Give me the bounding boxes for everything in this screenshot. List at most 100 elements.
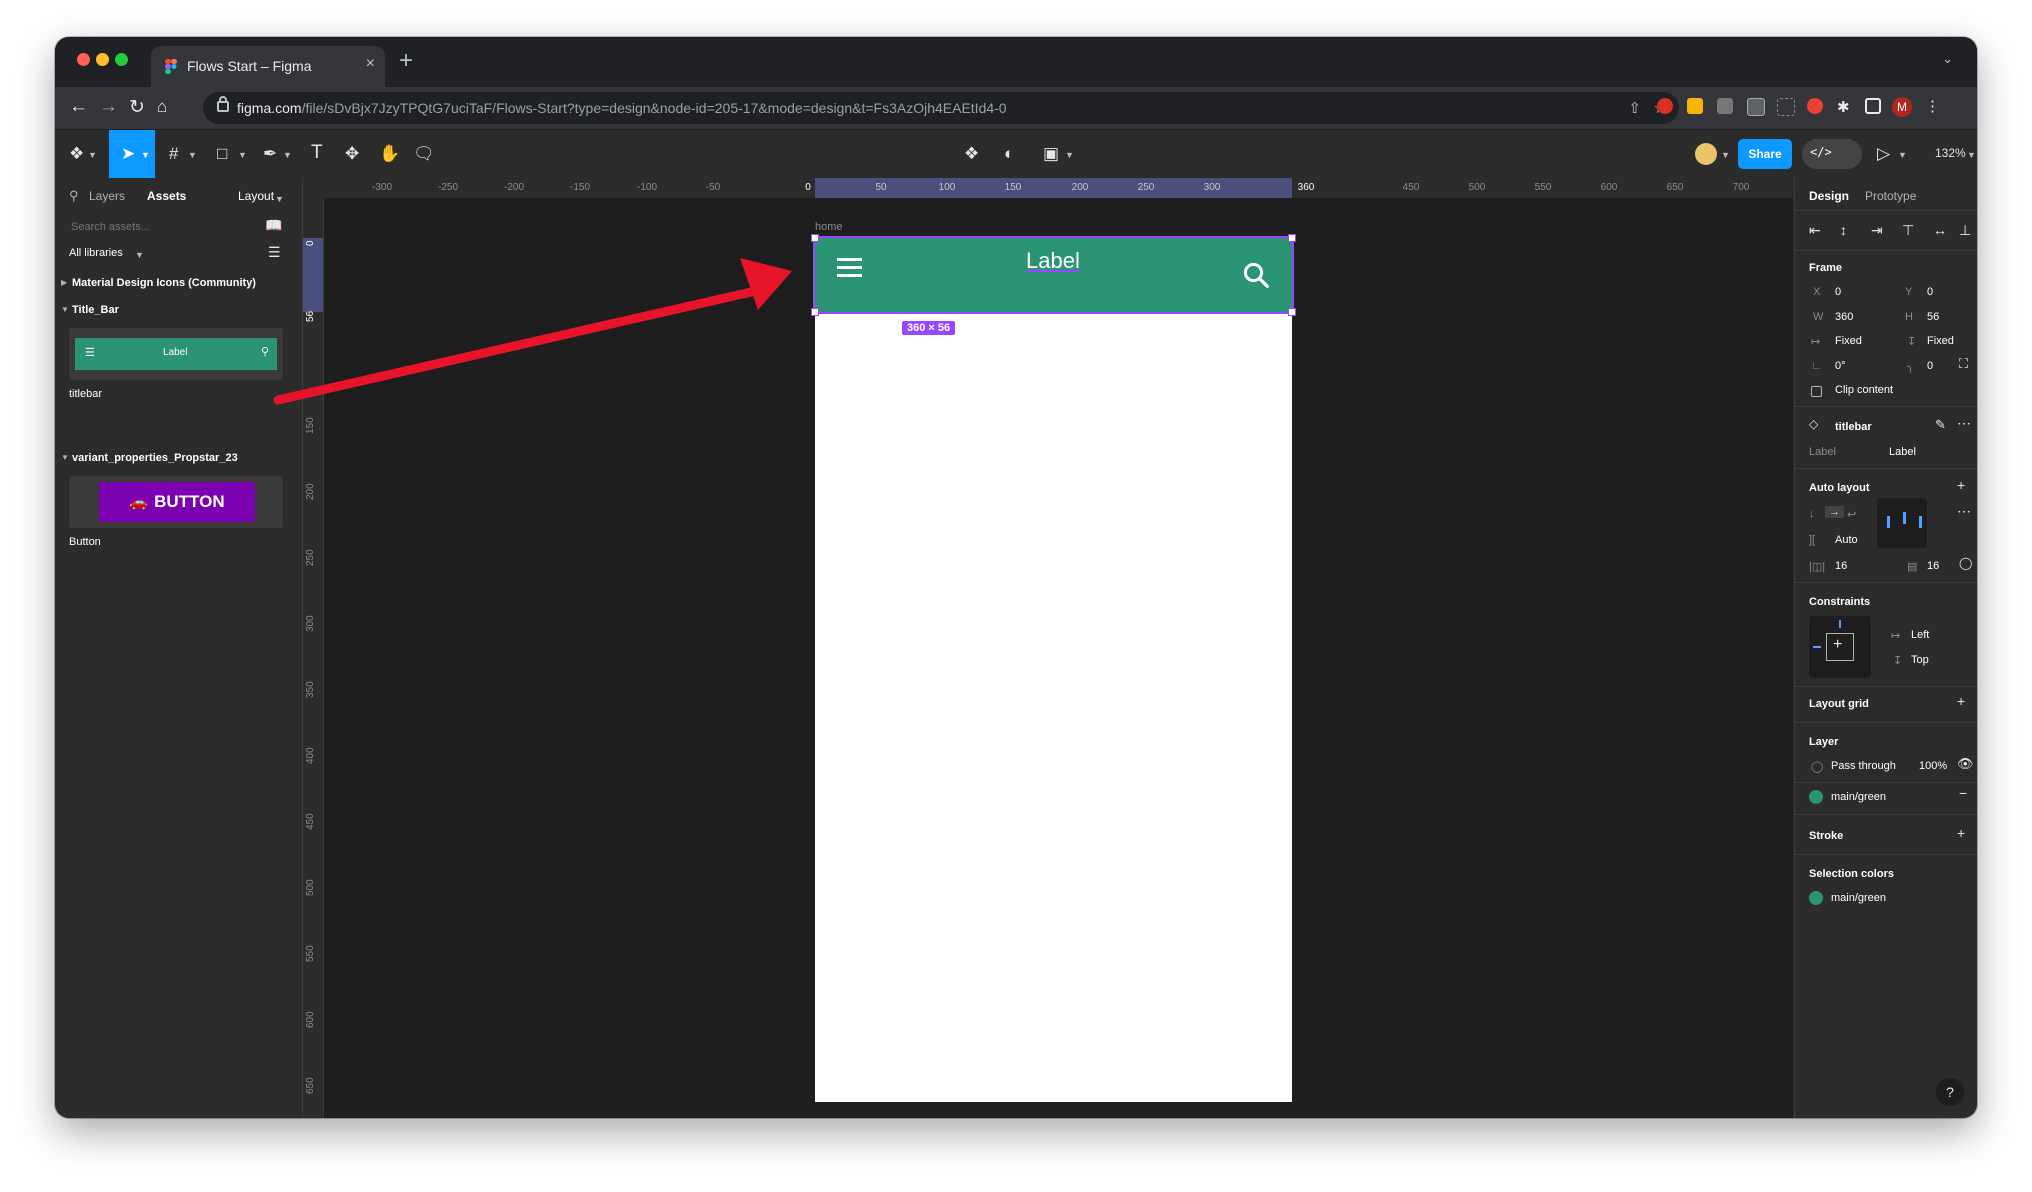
independent-corners-icon[interactable]: ⛶ [1959,356,1968,372]
align-horizontal-center-icon[interactable]: ↕ [1840,222,1847,238]
component-prop-value[interactable]: Label [1889,446,1916,458]
remove-fill-icon[interactable]: − [1959,785,1967,801]
resize-handle[interactable] [1288,308,1296,316]
text-tool-icon[interactable]: T [311,142,323,164]
fill-swatch[interactable] [1809,790,1823,804]
frame-name-label[interactable]: home [815,221,843,233]
resize-handle[interactable] [811,234,819,242]
tab-prototype[interactable]: Prototype [1865,189,1916,203]
opacity-input[interactable]: 100% [1919,760,1947,772]
frame-tool-icon[interactable]: # [169,144,178,164]
share-button[interactable]: Share [1738,139,1792,169]
all-libraries-dropdown[interactable]: All libraries [69,247,123,259]
alignment-grid[interactable] [1877,498,1927,548]
tab-layers[interactable]: Layers [89,189,125,203]
extension-badge-icon[interactable] [1807,98,1823,114]
visibility-eye-icon[interactable]: 👁 [1957,756,1974,772]
direction-wrap-icon[interactable]: ↩ [1847,508,1856,521]
minimize-window-button[interactable] [96,53,109,66]
edit-component-icon[interactable]: ✎ [1935,417,1946,433]
align-bottom-icon[interactable]: ⊥ [1959,222,1971,239]
tab-design[interactable]: Design [1809,189,1849,203]
libraries-chevron-icon[interactable]: ▼ [135,250,144,260]
home-icon[interactable]: ⌂ [157,97,167,117]
resize-handle[interactable] [1288,234,1296,242]
resources-tool-icon[interactable]: ✥ [345,144,359,164]
rotation-input[interactable]: 0° [1835,360,1846,372]
extension-red-icon[interactable] [1657,98,1673,114]
library-section-title-bar[interactable]: Title_Bar [72,304,119,316]
extensions-puzzle-icon[interactable]: ✱ [1837,98,1850,116]
align-top-icon[interactable]: ⊤ [1902,222,1914,239]
x-input[interactable]: 0 [1835,286,1841,298]
align-right-icon[interactable]: ⇥ [1871,222,1883,239]
move-tool-button[interactable]: ➤ ▼ [109,130,155,178]
selection-color-swatch[interactable] [1809,891,1823,905]
camera-extension-icon[interactable] [1717,98,1733,114]
pen-tool-icon[interactable]: ✒ [263,144,277,164]
add-layout-grid-icon[interactable]: + [1957,693,1965,709]
browser-tab[interactable]: Flows Start – Figma × [151,46,385,87]
help-button[interactable]: ? [1936,1078,1964,1106]
home-frame[interactable] [815,238,1292,1102]
list-view-icon[interactable]: ☰ [268,244,281,261]
multiplayer-avatar[interactable] [1695,143,1717,165]
zoom-level[interactable]: 132% [1935,146,1966,160]
vertical-constraint-dropdown[interactable]: Top [1911,654,1929,666]
layout-dropdown[interactable]: Layout [238,189,274,203]
align-left-icon[interactable]: ⇤ [1809,222,1821,239]
auto-layout-more-icon[interactable]: ⋯ [1957,503,1971,520]
boolean-groups-icon[interactable]: ▣ [1043,144,1059,164]
profile-avatar[interactable]: M [1892,97,1912,117]
direction-horizontal-icon[interactable]: → [1825,506,1844,518]
reload-icon[interactable]: ↻ [129,96,145,119]
horizontal-resizing-dropdown[interactable]: Fixed [1835,335,1862,347]
resize-handle[interactable] [811,308,819,316]
zoom-window-button[interactable] [115,53,128,66]
panel-search-icon[interactable]: ⚲ [69,188,79,204]
horizontal-constraint-dropdown[interactable]: Left [1911,629,1929,641]
side-panel-icon[interactable] [1865,98,1881,114]
browser-menu-icon[interactable]: ⋮ [1925,97,1940,115]
pen-tool-chevron-icon[interactable]: ▼ [283,150,292,160]
direction-vertical-icon[interactable]: ↓ [1809,508,1815,520]
frame-tool-chevron-icon[interactable]: ▼ [188,150,197,160]
address-bar[interactable]: figma.com/file/sDvBjx7JzyTPQtG7uciTaF/Fl… [203,92,1679,124]
individual-padding-icon[interactable]: ◯ [1959,556,1972,570]
clip-content-checkbox[interactable] [1811,386,1822,397]
h-input[interactable]: 56 [1927,311,1939,323]
hand-tool-icon[interactable]: ✋ [379,144,400,164]
titlebar-component-thumbnail[interactable]: ☰ Label ⚲ [69,328,283,380]
share-page-icon[interactable]: ⇧ [1628,99,1641,117]
vertical-resizing-dropdown[interactable]: Fixed [1927,335,1954,347]
vertical-padding-input[interactable]: 16 [1927,560,1939,572]
tab-assets[interactable]: Assets [147,189,186,203]
button-component-thumbnail[interactable]: 🚗 BUTTON [69,476,283,528]
present-play-icon[interactable]: ▷ [1877,144,1890,164]
boolean-chevron-icon[interactable]: ▼ [1065,150,1074,160]
close-window-button[interactable] [77,53,90,66]
zoom-chevron-icon[interactable]: ▼ [1967,150,1976,160]
selection-color-name[interactable]: main/green [1831,892,1886,904]
figma-menu-icon[interactable]: ❖ [69,144,84,164]
blend-mode-dropdown[interactable]: Pass through [1831,760,1896,772]
fill-style-name[interactable]: main/green [1831,791,1886,803]
add-stroke-icon[interactable]: + [1957,825,1965,841]
screenshot-extension-icon[interactable] [1777,98,1795,116]
spacing-mode-input[interactable]: Auto [1835,534,1858,546]
dev-mode-toggle[interactable]: </> [1802,139,1862,169]
comment-tool-icon[interactable]: 🗨 [413,144,435,164]
component-name-dropdown[interactable]: titlebar [1835,421,1872,433]
horizontal-padding-input[interactable]: 16 [1835,560,1847,572]
layout-chevron-icon[interactable]: ▼ [275,194,284,204]
avatar-chevron-icon[interactable]: ▼ [1721,150,1730,160]
more-options-icon[interactable]: ⋯ [1957,415,1971,432]
shape-tool-chevron-icon[interactable]: ▼ [238,150,247,160]
forward-arrow-icon[interactable]: → [99,96,118,118]
extension-blue-icon[interactable] [1747,98,1765,116]
library-book-icon[interactable]: 📖 [265,217,282,234]
collapse-caret-icon[interactable]: ▼ [61,453,69,462]
expand-caret-icon[interactable]: ▶ [61,278,67,287]
library-section-material-icons[interactable]: Material Design Icons (Community) [72,277,256,289]
figma-menu-chevron-icon[interactable]: ▼ [88,150,97,160]
